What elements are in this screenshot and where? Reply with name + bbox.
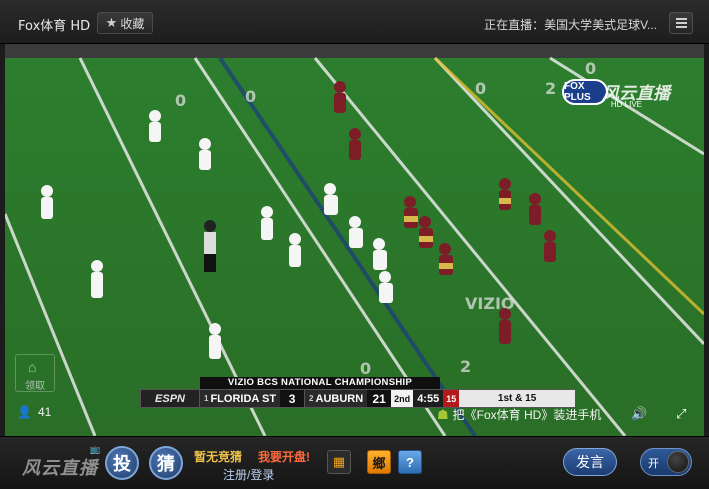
video-player[interactable]: 0002 0 VIZIO 02 FOX PLUS HD LIVE 风云直播 ⌂ …: [5, 44, 704, 436]
brand-logo: 风云直播 📺: [22, 444, 101, 480]
svg-text:0: 0: [175, 91, 186, 110]
svg-text:0: 0: [475, 79, 486, 98]
title-bar: Fox体育 HD ★ 收藏 正在直播：美国大学美式足球V...: [0, 0, 709, 44]
side-badge[interactable]: ⌂ 领取: [15, 354, 55, 392]
menu-icon: [675, 18, 687, 20]
network-logo: ESPN: [141, 390, 199, 407]
team1-score: 3: [280, 390, 305, 407]
user-icon: 👤: [17, 405, 32, 419]
quarter: 2nd: [391, 390, 414, 407]
player-window: Fox体育 HD ★ 收藏 正在直播：美国大学美式足球V... 0 0 0 2 …: [0, 0, 709, 489]
svg-text:2: 2: [545, 79, 556, 98]
guess-status: 暂无竞猜: [194, 450, 243, 464]
team1-rank: 1: [204, 394, 209, 403]
game-clock: 4:55: [413, 390, 444, 407]
team2-name: AUBURN: [315, 392, 364, 405]
help-icon[interactable]: ?: [398, 450, 422, 474]
now-playing-text[interactable]: 正在直播：美国大学美式足球V...: [484, 16, 657, 33]
star-icon: ★: [105, 15, 118, 30]
team1: 1 FLORIDA ST: [199, 390, 281, 407]
guess-panel: 暂无竞猜 我要开盘! 注册/登录: [188, 446, 320, 482]
team1-name: FLORIDA ST: [210, 392, 277, 405]
login-register-link[interactable]: 注册/登录: [223, 466, 274, 483]
svg-text:0: 0: [245, 87, 256, 106]
down-distance: 1st & 15: [459, 390, 575, 407]
android-icon: ☗: [437, 406, 449, 422]
brand-name: 风云直播: [22, 458, 98, 478]
bang-button[interactable]: 鄉: [367, 450, 391, 474]
danmaku-toggle[interactable]: 开: [640, 448, 692, 476]
channel-title: Fox体育 HD: [18, 19, 91, 34]
guess-button[interactable]: 猜: [149, 446, 183, 480]
grid-icon[interactable]: ▦: [327, 450, 351, 474]
team2-score: 21: [367, 390, 392, 407]
viewer-count: 👤 41: [17, 405, 51, 419]
bottom-bar: 风云直播 📺 投 猜 暂无竞猜 我要开盘! 注册/登录 ▦ 鄉 ? 发言 开: [0, 436, 709, 489]
menu-button[interactable]: [669, 12, 693, 34]
send-button[interactable]: 发言: [563, 448, 617, 476]
play-clock: 15: [443, 390, 460, 407]
app-promo-link[interactable]: ☗ 把《Fox体育 HD》装进手机: [437, 406, 601, 423]
side-badge-label: 领取: [25, 381, 45, 392]
team2: 2 AUBURN: [304, 390, 368, 407]
scorebug: VIZIO BCS NATIONAL CHAMPIONSHIP ESPN 1 F…: [140, 377, 576, 408]
favorite-button[interactable]: ★ 收藏: [97, 12, 153, 34]
app-promo-text: 把《Fox体育 HD》装进手机: [452, 408, 602, 422]
svg-text:0: 0: [360, 359, 371, 378]
bet-button[interactable]: 投: [105, 446, 139, 480]
favorite-label: 收藏: [120, 16, 145, 31]
fullscreen-icon[interactable]: ⤢: [676, 406, 686, 422]
open-bet-link[interactable]: 我要开盘!: [258, 448, 310, 465]
svg-text:2: 2: [460, 357, 471, 376]
svg-text:0: 0: [585, 59, 596, 78]
volume-icon[interactable]: 🔊: [631, 406, 647, 422]
scorebug-title: VIZIO BCS NATIONAL CHAMPIONSHIP: [200, 377, 440, 389]
toggle-label: 开: [648, 458, 659, 470]
toggle-knob: [667, 451, 689, 473]
team2-rank: 2: [309, 394, 314, 403]
gift-icon: ⌂: [28, 359, 37, 375]
tv-icon: 📺: [89, 444, 102, 454]
watermark-brand: 风云直播: [602, 84, 670, 103]
viewer-count-value: 41: [37, 405, 52, 419]
